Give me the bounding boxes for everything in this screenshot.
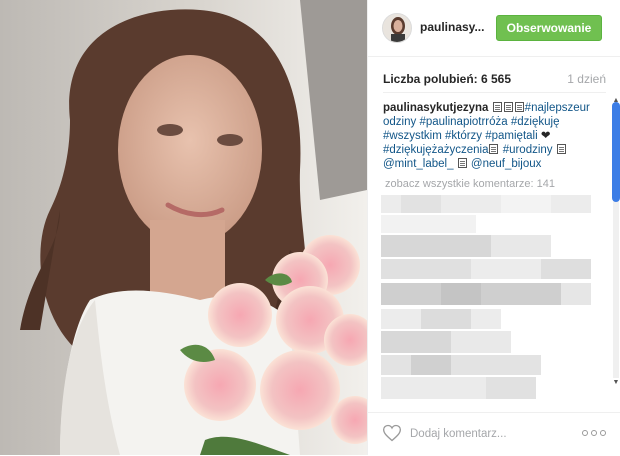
emoji-placeholder-icon [514,102,524,112]
comment-footer [368,412,620,456]
mention-link[interactable]: @mint_label_ [383,158,454,170]
comment-input[interactable] [410,425,560,443]
emoji-placeholder-icon [489,144,499,154]
hashtag-link[interactable]: odziny [383,116,416,128]
divider [383,92,606,93]
caption-line: #wszystkim #którzy #pamiętali ❤ [383,129,607,143]
comments-scrollbar[interactable]: ▲ ▼ [611,96,620,388]
view-all-comments-link[interactable]: zobacz wszystkie komentarze: 141 [385,178,555,190]
heart-emoji: ❤ [540,130,551,142]
emoji-placeholder-icon [457,158,467,168]
caption-line: odziny #paulinapiotrróża #dziękuję [383,115,607,129]
post-timestamp[interactable]: 1 dzień [567,72,606,86]
pixelated-comments [381,195,591,415]
avatar[interactable] [382,13,412,43]
caption-line: @mint_label_ @neuf_bijoux [383,157,607,171]
post-caption: paulinasykutjezyna #najlepszeur odziny #… [383,101,607,171]
scroll-thumb[interactable] [612,102,620,202]
post-side-panel: paulinasy... Obserwowanie Liczba polubie… [367,0,620,455]
hashtag-link[interactable]: #dziękujężażyczenia [383,144,488,156]
heart-icon[interactable] [382,423,402,443]
mention-link[interactable]: @neuf_bijoux [471,158,542,170]
scroll-down-arrow-icon[interactable]: ▼ [611,378,620,388]
emoji-placeholder-icon [503,102,513,112]
post-stats: Liczba polubień: 6 565 1 dzień [383,72,606,90]
likes-count[interactable]: Liczba polubień: 6 565 [383,72,511,86]
caption-author[interactable]: paulinasykutjezyna [383,102,488,114]
hashtag-link[interactable]: #paulinapiotrróża #dziękuję [419,116,559,128]
follow-button[interactable]: Obserwowanie [496,15,602,41]
post-header: paulinasy... Obserwowanie [368,0,620,57]
hashtag-link[interactable]: #najlepszeur [525,102,590,114]
emoji-placeholder-icon [556,144,566,154]
caption-line: paulinasykutjezyna #najlepszeur [383,101,607,115]
emoji-placeholder-icon [492,102,502,112]
more-options-icon[interactable] [582,427,606,439]
username-link[interactable]: paulinasy... [420,20,484,34]
hashtag-link[interactable]: #wszystkim #którzy #pamiętali [383,130,538,142]
caption-line: #dziękujężażyczenia #urodziny [383,143,607,157]
post-photo [0,0,367,455]
hashtag-link[interactable]: #urodziny [503,144,553,156]
